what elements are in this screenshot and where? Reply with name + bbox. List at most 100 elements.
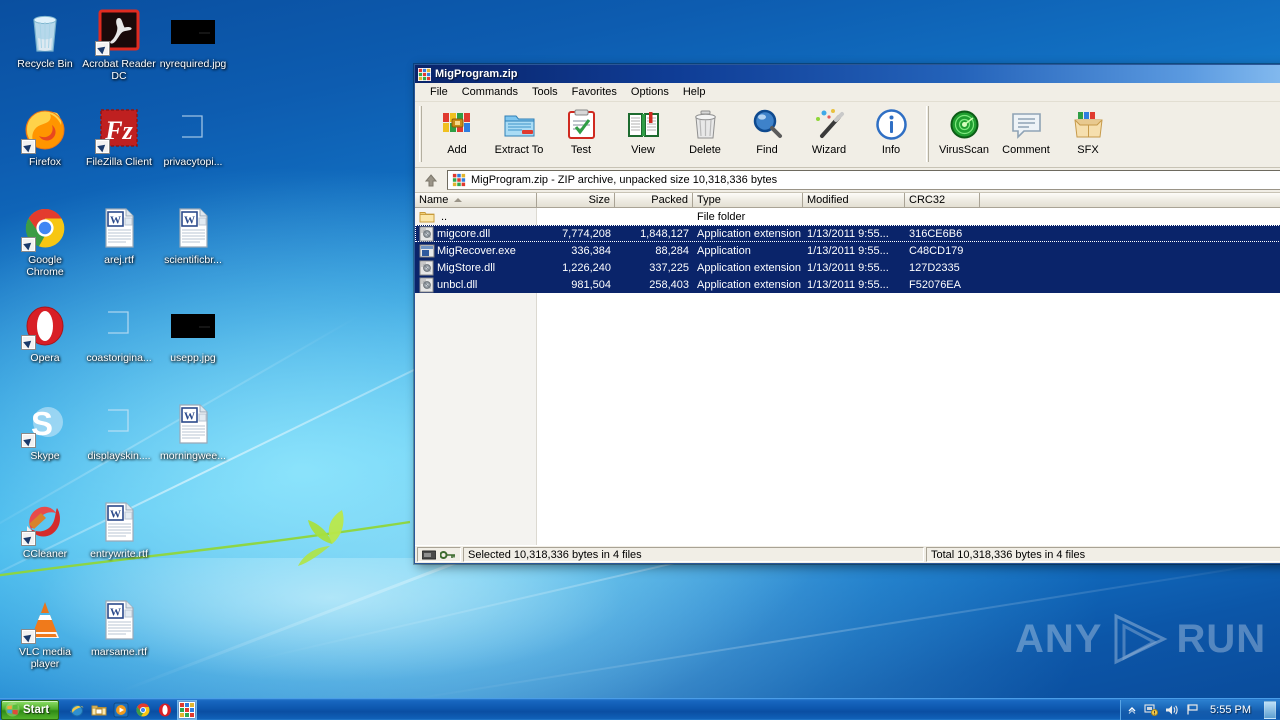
flag-action-center-icon[interactable]: [1186, 703, 1199, 716]
toolbar-button-test[interactable]: Test: [550, 105, 612, 163]
desktop-icon-usepp-jpg[interactable]: usepp.jpg: [156, 302, 230, 365]
archive-path-field[interactable]: MigProgram.zip - ZIP archive, unpacked s…: [447, 170, 1280, 190]
taskbar-windows-explorer[interactable]: [89, 700, 109, 720]
file-rows[interactable]: .. File folder migcore.dll 7,774,208 1,848,1…: [415, 208, 1280, 545]
column-header-modified[interactable]: Modified: [803, 193, 905, 208]
extract-folder-icon: [503, 108, 536, 141]
table-row[interactable]: MigStore.dll 1,226,240 337,225 Application …: [415, 259, 1280, 276]
menu-item-help[interactable]: Help: [676, 84, 713, 100]
toolbar-button-virusscan[interactable]: VirusScan: [933, 105, 995, 163]
toolbar-button-view[interactable]: View: [612, 105, 674, 163]
folder-up-icon: [419, 209, 435, 225]
desktop-icon-entrywrite-rtf[interactable]: Wentrywrite.rtf: [82, 498, 156, 561]
svg-text:W: W: [184, 215, 195, 227]
start-button[interactable]: Start: [1, 699, 60, 720]
column-header-label: Packed: [651, 194, 688, 206]
column-header-packed[interactable]: Packed: [615, 193, 693, 208]
desktop-icon-scientificbr[interactable]: Wscientificbr...: [156, 204, 230, 267]
table-row[interactable]: migcore.dll 7,774,208 1,848,127 Application…: [415, 225, 1280, 242]
clock[interactable]: 5:55 PM: [1210, 704, 1251, 716]
column-header-name[interactable]: Name: [415, 193, 537, 208]
taskbar-winrar-taskbar[interactable]: [177, 699, 198, 720]
toolbar-button-sfx[interactable]: SFX: [1057, 105, 1119, 163]
toolbar-button-wizard[interactable]: Wizard: [798, 105, 860, 163]
toolbar-button-info[interactable]: Info: [860, 105, 922, 163]
dll-file-icon: [419, 260, 435, 276]
desktop-icon-privacytopi[interactable]: privacytopi...: [156, 106, 230, 169]
address-bar[interactable]: MigProgram.zip - ZIP archive, unpacked s…: [415, 168, 1280, 193]
test-clipboard-icon: [565, 108, 598, 141]
file-list[interactable]: Name Size Packed Type Modified CRC32 .. File f…: [415, 193, 1280, 545]
chrome-icon: [21, 204, 69, 252]
desktop-icon-google-chrome[interactable]: Google Chrome: [8, 204, 82, 278]
table-row[interactable]: .. File folder: [415, 208, 1280, 225]
menu-item-tools[interactable]: Tools: [525, 84, 565, 100]
menu-item-options[interactable]: Options: [624, 84, 676, 100]
column-header-spacer[interactable]: [980, 193, 1280, 208]
winrar-window[interactable]: MigProgram.zip File Commands Tools Favorite…: [414, 64, 1280, 564]
svg-text:W: W: [110, 215, 121, 227]
desktop-icon-recycle-bin[interactable]: Recycle Bin: [8, 8, 82, 71]
cell-name-text: ..: [441, 210, 448, 223]
volume-icon[interactable]: [1165, 704, 1179, 716]
window-titlebar[interactable]: MigProgram.zip: [415, 65, 1280, 83]
desktop-icon-filezilla-client[interactable]: Fz FileZilla Client: [82, 106, 156, 169]
dll-file-icon: [419, 226, 435, 242]
network-icon[interactable]: [1144, 703, 1159, 716]
desktop-icon-ccleaner[interactable]: CCleaner: [8, 498, 82, 561]
taskbar-media-player[interactable]: [111, 700, 131, 720]
quick-launch-bar[interactable]: [67, 699, 198, 720]
desktop-icon-opera[interactable]: Opera: [8, 302, 82, 365]
add-archive-icon: [441, 108, 474, 141]
toolbar-button-find[interactable]: Find: [736, 105, 798, 163]
taskbar-internet-explorer[interactable]: [67, 700, 87, 720]
desktop-icon-coastorigina[interactable]: coastorigina...: [82, 302, 156, 365]
recycle-bin-icon: [21, 8, 69, 56]
up-one-level-button[interactable]: [418, 171, 444, 190]
desktop-icon-morningwee[interactable]: Wmorningwee...: [156, 400, 230, 463]
desktop-icon-acrobat-reader-dc[interactable]: Acrobat Reader DC: [82, 8, 156, 82]
toolbar-button-add[interactable]: Add: [426, 105, 488, 163]
cell-size: 336,384: [571, 244, 611, 257]
desktop-icon-displayskin[interactable]: displayskin....: [82, 400, 156, 463]
desktop-icon-skype[interactable]: S Skype: [8, 400, 82, 463]
taskbar-opera[interactable]: [155, 700, 175, 720]
desktop-icon-arej-rtf[interactable]: Warej.rtf: [82, 204, 156, 267]
toolbar-separator: [926, 106, 929, 162]
cell-packed: 88,284: [655, 244, 689, 257]
desktop-icon-firefox[interactable]: Firefox: [8, 106, 82, 169]
show-desktop-button[interactable]: [1264, 700, 1276, 719]
toolbar[interactable]: Add Extract To Test View Delete Find Wizard Inf…: [415, 102, 1280, 168]
table-row[interactable]: unbcl.dll 981,504 258,403 Application exten…: [415, 276, 1280, 293]
word-document-icon: W: [95, 498, 143, 546]
column-headers[interactable]: Name Size Packed Type Modified CRC32: [415, 193, 1280, 208]
toolbar-button-delete[interactable]: Delete: [674, 105, 736, 163]
toolbar-button-extract-to[interactable]: Extract To: [488, 105, 550, 163]
wizard-wand-icon: [813, 108, 846, 141]
cell-name-text: MigRecover.exe: [437, 244, 516, 257]
table-row[interactable]: MigRecover.exe 336,384 88,284 Application 1/…: [415, 242, 1280, 259]
column-header-crc32[interactable]: CRC32: [905, 193, 980, 208]
cell-name: migcore.dll: [415, 226, 537, 242]
desktop-icon-label: FileZilla Client: [86, 156, 152, 168]
toolbar-grip[interactable]: [419, 106, 422, 162]
column-header-size[interactable]: Size: [537, 193, 615, 208]
desktop-icon-marsame-rtf[interactable]: Wmarsame.rtf: [82, 596, 156, 659]
find-magnifier-icon: [751, 108, 784, 141]
column-header-type[interactable]: Type: [693, 193, 803, 208]
menu-bar[interactable]: File Commands Tools Favorites Options Help: [415, 83, 1280, 102]
cell-modified: 1/13/2011 9:55...: [807, 278, 889, 291]
menu-item-favorites[interactable]: Favorites: [565, 84, 624, 100]
show-hidden-icons-icon[interactable]: [1127, 705, 1137, 715]
desktop-icon-vlc-media-player[interactable]: VLC media player: [8, 596, 82, 670]
toolbar-button-comment[interactable]: Comment: [995, 105, 1057, 163]
desktop-icon-nyrequired-jpg[interactable]: nyrequired.jpg: [156, 8, 230, 71]
cell-size: 1,226,240: [562, 261, 611, 274]
menu-item-commands[interactable]: Commands: [455, 84, 525, 100]
desktop-icon-label: entrywrite.rtf: [90, 548, 148, 560]
taskbar[interactable]: Start 5:55 PM: [0, 698, 1280, 720]
status-icons[interactable]: [417, 547, 461, 562]
menu-item-file[interactable]: File: [423, 84, 455, 100]
system-tray[interactable]: 5:55 PM: [1120, 699, 1280, 720]
taskbar-chrome[interactable]: [133, 700, 153, 720]
